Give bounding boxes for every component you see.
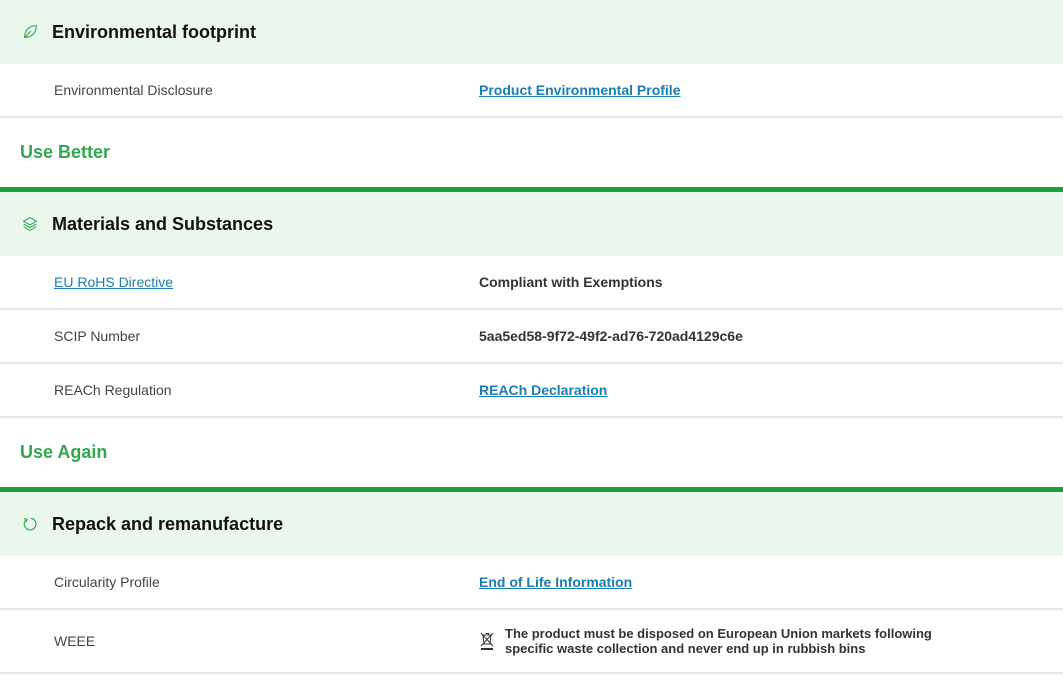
reach-declaration-link[interactable]: REACh Declaration: [479, 382, 607, 398]
table-row: Circularity Profile End of Life Informat…: [0, 556, 1063, 610]
table-row: SCIP Number 5aa5ed58-9f72-49f2-ad76-720a…: [0, 310, 1063, 364]
row-label: EU RoHS Directive: [0, 274, 479, 290]
section-subtitle: Repack and remanufacture: [52, 513, 284, 534]
row-label: Circularity Profile: [54, 574, 160, 590]
row-value: Product Environmental Profile: [479, 82, 1063, 98]
row-value: 5aa5ed58-9f72-49f2-ad76-720ad4129c6e: [479, 328, 743, 344]
product-environmental-profile-link[interactable]: Product Environmental Profile: [479, 82, 680, 98]
section-subtitle: Materials and Substances: [52, 213, 274, 234]
environmental-footprint-header: Environmental footprint: [0, 0, 1063, 64]
materials-substances-header: Materials and Substances: [0, 192, 1063, 256]
row-value: End of Life Information: [479, 574, 1063, 590]
table-row: REACh Regulation REACh Declaration: [0, 364, 1063, 418]
row-label: REACh Regulation: [54, 382, 172, 398]
row-value: REACh Declaration: [479, 382, 1063, 398]
row-label: WEEE: [54, 633, 96, 649]
row-value: Compliant with Exemptions: [479, 274, 663, 290]
crossed-bin-icon: [479, 631, 495, 651]
table-row: Environmental Disclosure Product Environ…: [0, 64, 1063, 118]
environmental-data-page: Environmental footprint Environmental Di…: [0, 0, 1063, 674]
layers-icon: [20, 214, 40, 234]
end-of-life-information-link[interactable]: End of Life Information: [479, 574, 632, 590]
table-row: WEEE The product must be disposed on Eur…: [0, 610, 1063, 674]
table-row: EU RoHS Directive Compliant with Exempti…: [0, 256, 1063, 310]
row-label: Environmental Disclosure: [54, 82, 213, 98]
repack-remanufacture-header: Repack and remanufacture: [0, 492, 1063, 556]
weee-disposal-text: The product must be disposed on European…: [505, 626, 932, 656]
leaf-icon: [20, 22, 40, 42]
use-better-title: Use Better: [0, 118, 1063, 192]
refresh-icon: [20, 514, 40, 534]
row-value: The product must be disposed on European…: [479, 626, 1063, 656]
section-subtitle: Environmental footprint: [52, 21, 256, 42]
eu-rohs-directive-link[interactable]: EU RoHS Directive: [54, 274, 173, 290]
row-label: SCIP Number: [54, 328, 141, 344]
use-again-title: Use Again: [0, 418, 1063, 492]
